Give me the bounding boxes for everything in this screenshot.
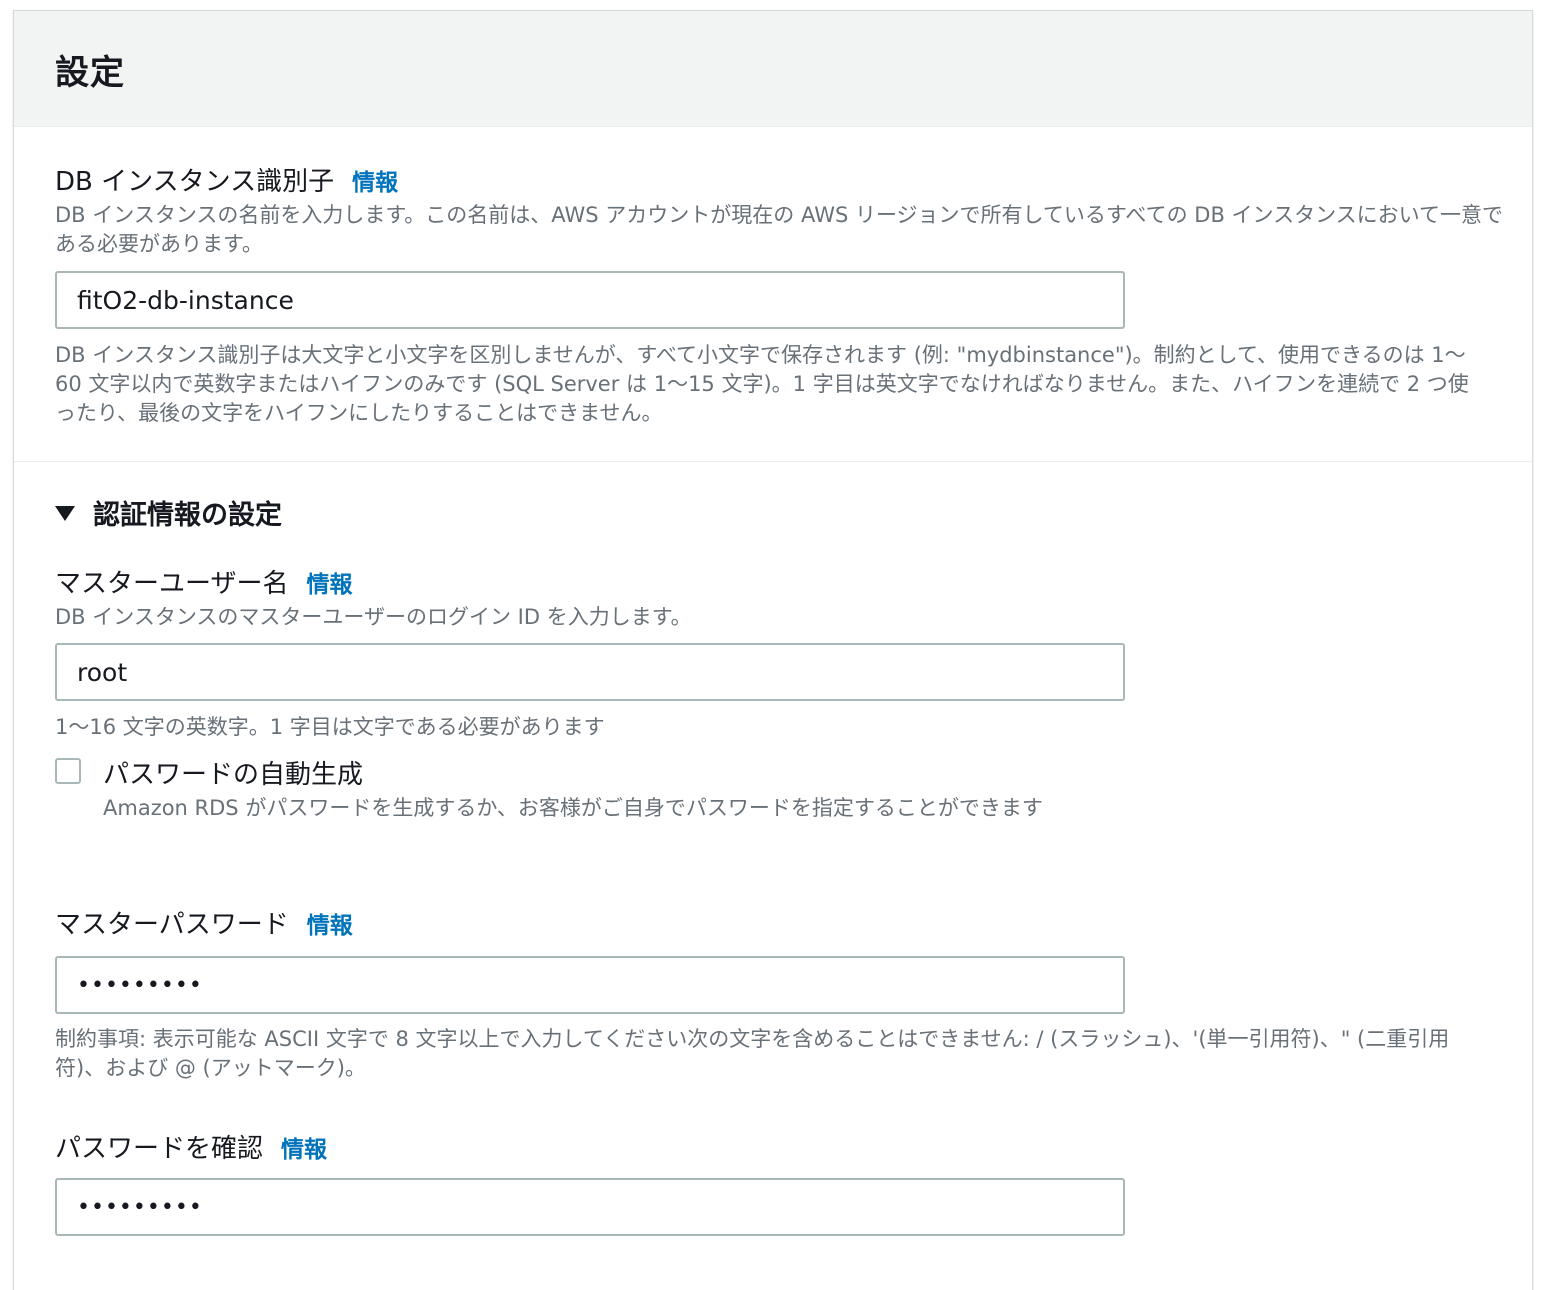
master-password-constraint: 制約事項: 表示可能な ASCII 文字で 8 文字以上で入力してください次の文… (55, 1027, 1450, 1080)
settings-panel: 設定 DB インスタンス識別子 情報 DB インスタンスの名前を入力します。この名… (13, 10, 1533, 1290)
db-identifier-label: DB インスタンス識別子 (55, 167, 335, 197)
master-username-input[interactable] (55, 643, 1125, 701)
credentials-section-toggle[interactable]: 認証情報の設定 (55, 493, 282, 532)
section-divider (14, 461, 1532, 462)
master-password-info-link[interactable]: 情報 (307, 913, 353, 939)
master-username-info-link[interactable]: 情報 (306, 572, 352, 598)
master-password-label: マスターパスワード (55, 910, 289, 940)
master-password-label-row: マスターパスワード 情報 (55, 904, 353, 941)
confirm-password-label: パスワードを確認 (55, 1134, 264, 1164)
auto-generate-password-label[interactable]: パスワードの自動生成 (103, 754, 363, 791)
confirm-password-label-row: パスワードを確認 情報 (55, 1128, 327, 1165)
db-identifier-label-row: DB インスタンス識別子 情報 (55, 161, 398, 198)
master-username-constraint: 1〜16 文字の英数字。1 字目は文字である必要があります (55, 715, 605, 739)
panel-header: 設定 (14, 11, 1532, 127)
master-username-label: マスターユーザー名 (55, 569, 289, 599)
master-username-label-row: マスターユーザー名 情報 (55, 563, 352, 600)
db-identifier-info-link[interactable]: 情報 (352, 170, 398, 196)
db-identifier-description: DB インスタンスの名前を入力します。この名前は、AWS アカウントが現在の A… (55, 203, 1504, 256)
caret-down-icon (55, 506, 75, 521)
panel-title: 設定 (55, 53, 125, 93)
auto-generate-password-checkbox[interactable] (55, 758, 81, 784)
confirm-password-info-link[interactable]: 情報 (281, 1137, 327, 1163)
confirm-password-input[interactable] (55, 1178, 1125, 1236)
credentials-section-title: 認証情報の設定 (93, 500, 282, 531)
auto-generate-password-description: Amazon RDS がパスワードを生成するか、お客様がご自身でパスワードを指定… (103, 796, 1043, 820)
db-identifier-input[interactable] (55, 271, 1125, 329)
master-password-input[interactable] (55, 956, 1125, 1014)
master-username-description: DB インスタンスのマスターユーザーのログイン ID を入力します。 (55, 605, 692, 629)
db-identifier-constraint: DB インスタンス識別子は大文字と小文字を区別しませんが、すべて小文字で保存され… (55, 343, 1469, 425)
